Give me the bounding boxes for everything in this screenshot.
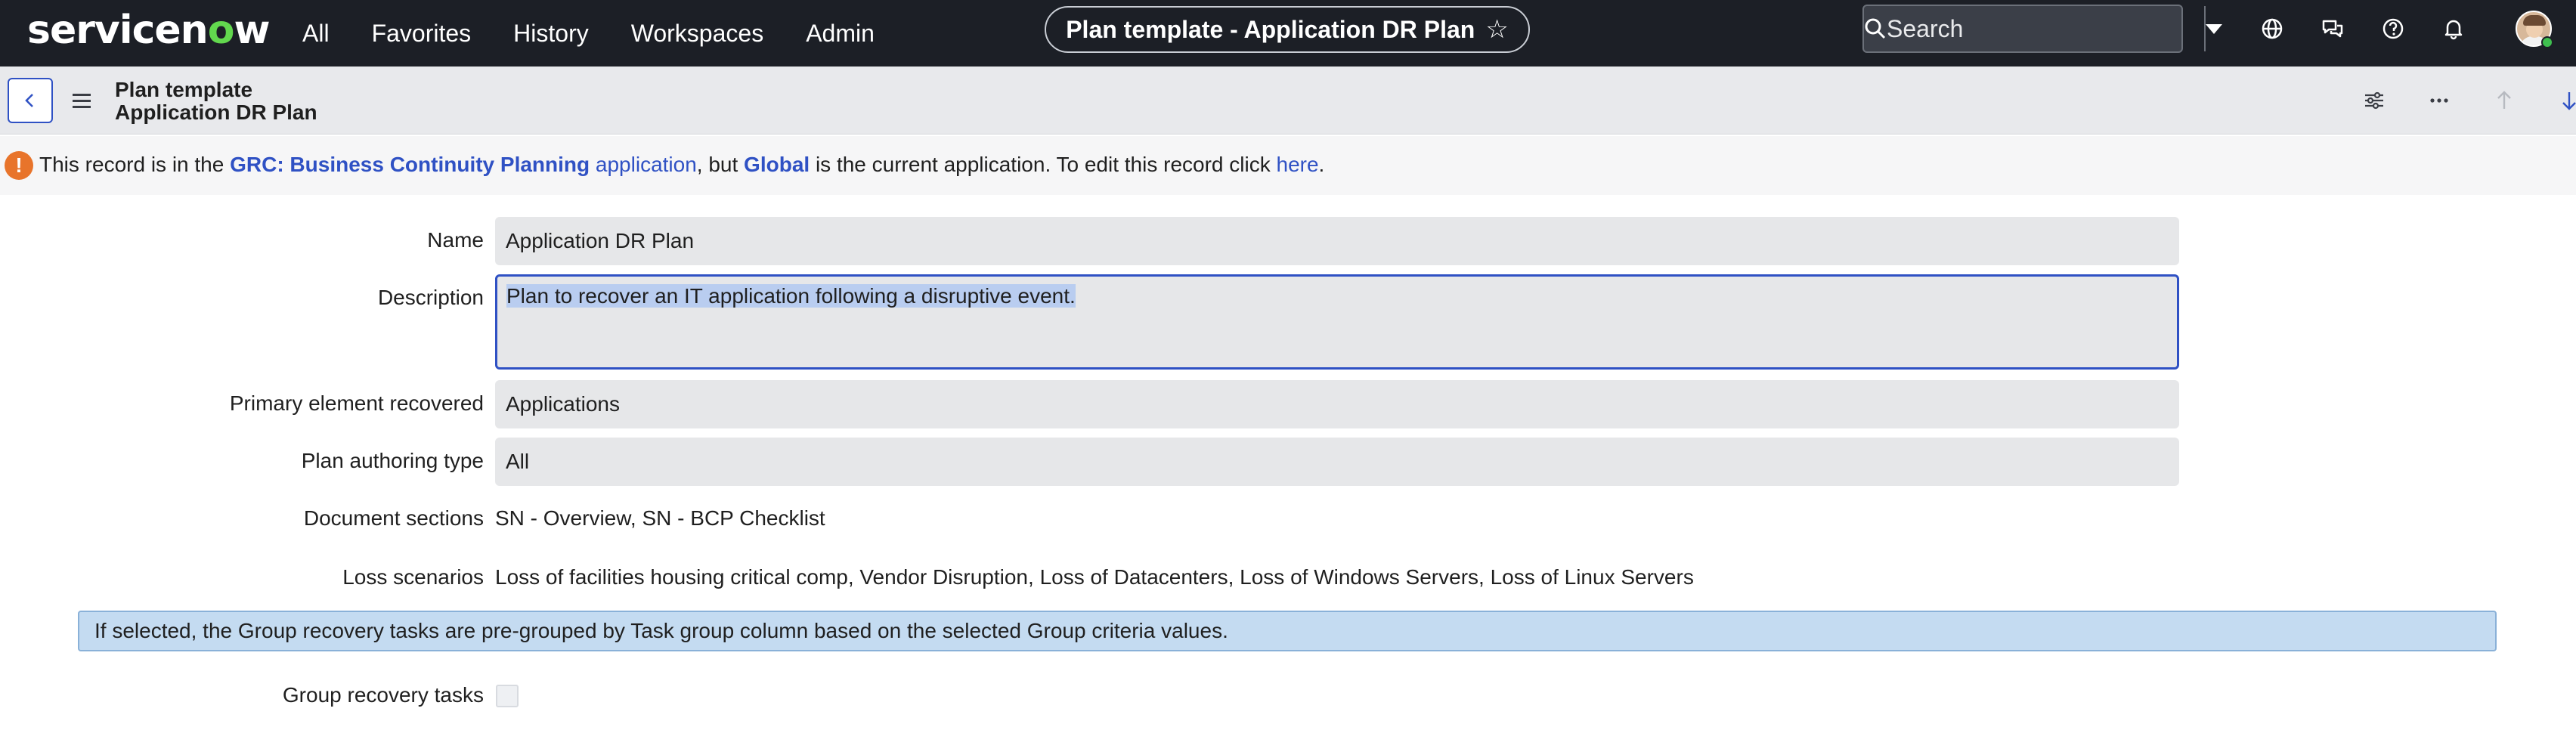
primary-element-field[interactable]: Applications xyxy=(495,380,2179,428)
warning-icon: ! xyxy=(5,151,33,180)
servicenow-logo[interactable]: servicenow xyxy=(27,8,270,53)
plan-authoring-type-field[interactable]: All xyxy=(495,438,2179,486)
search-input[interactable] xyxy=(1887,14,2204,43)
context-title: Plan template - Application DR Plan xyxy=(1066,15,1475,43)
document-sections-label: Document sections xyxy=(303,506,484,530)
record-display-name: Application DR Plan xyxy=(115,101,317,124)
record-header-actions xyxy=(2357,83,2576,118)
nav-menu: All Favorites History Workspaces Admin xyxy=(302,0,875,67)
logo-text-end: w xyxy=(234,8,270,53)
settings-sliders-icon[interactable] xyxy=(2357,83,2392,118)
group-recovery-tasks-checkbox[interactable] xyxy=(496,685,519,707)
application-link[interactable]: application xyxy=(590,153,697,176)
nav-all[interactable]: All xyxy=(302,20,330,48)
nav-workspaces[interactable]: Workspaces xyxy=(631,20,763,48)
bell-icon[interactable] xyxy=(2438,14,2469,44)
info-text: is the current application. To edit this… xyxy=(810,153,1277,176)
help-icon[interactable] xyxy=(2378,14,2408,44)
description-field[interactable]: Plan to recover an IT application follow… xyxy=(495,274,2179,370)
top-navigation: servicenow All Favorites History Workspa… xyxy=(0,0,2576,67)
logo-text: servicen xyxy=(27,8,209,53)
top-icon-bar xyxy=(2257,0,2469,57)
nav-admin[interactable]: Admin xyxy=(806,20,875,48)
loss-scenarios-value: Loss of facilities housing critical comp… xyxy=(495,565,1694,589)
field-hint-message: If selected, the Group recovery tasks ar… xyxy=(78,611,2497,651)
nav-favorites[interactable]: Favorites xyxy=(372,20,472,48)
context-title-pill[interactable]: Plan template - Application DR Plan ☆ xyxy=(1045,6,1530,53)
search-icon xyxy=(1864,17,1887,40)
chevron-left-icon xyxy=(25,94,33,107)
description-label: Description xyxy=(377,286,484,309)
global-application-link[interactable]: Global xyxy=(744,153,810,176)
info-text: This record is in the xyxy=(39,153,231,176)
info-text: . xyxy=(1318,153,1325,176)
loss-scenarios-label: Loss scenarios xyxy=(342,565,484,589)
more-icon[interactable] xyxy=(2422,83,2457,118)
arrow-down-icon[interactable] xyxy=(2552,83,2576,118)
back-button[interactable] xyxy=(8,78,53,123)
chevron-down-icon xyxy=(2206,23,2222,34)
nav-history[interactable]: History xyxy=(513,20,589,48)
hamburger-menu-icon[interactable] xyxy=(73,89,95,112)
chat-icon[interactable] xyxy=(2317,14,2348,44)
record-header: Plan template Application DR Plan xyxy=(0,67,2576,135)
edit-here-link[interactable]: here xyxy=(1277,153,1319,176)
arrow-up-icon[interactable] xyxy=(2487,83,2522,118)
favorite-star-icon[interactable]: ☆ xyxy=(1485,14,1508,45)
global-search xyxy=(1862,5,2222,53)
presence-status-indicator xyxy=(2541,36,2553,48)
name-field[interactable]: Application DR Plan xyxy=(495,217,2179,265)
logo-accent: o xyxy=(207,8,235,53)
record-table-name: Plan template xyxy=(115,78,253,101)
globe-icon[interactable] xyxy=(2257,14,2287,44)
info-message: This record is in the GRC: Business Cont… xyxy=(39,153,1324,177)
primary-element-label: Primary element recovered xyxy=(229,391,484,415)
document-sections-value: SN - Overview, SN - BCP Checklist xyxy=(495,506,825,530)
name-label: Name xyxy=(427,228,484,252)
search-scope-dropdown[interactable] xyxy=(2204,6,2222,51)
group-recovery-tasks-label: Group recovery tasks xyxy=(282,683,484,707)
info-text: , but xyxy=(696,153,745,176)
description-text: Plan to recover an IT application follow… xyxy=(506,284,1076,308)
scope-application-link[interactable]: GRC: Business Continuity Planning xyxy=(230,153,590,176)
plan-authoring-type-label: Plan authoring type xyxy=(301,449,484,472)
